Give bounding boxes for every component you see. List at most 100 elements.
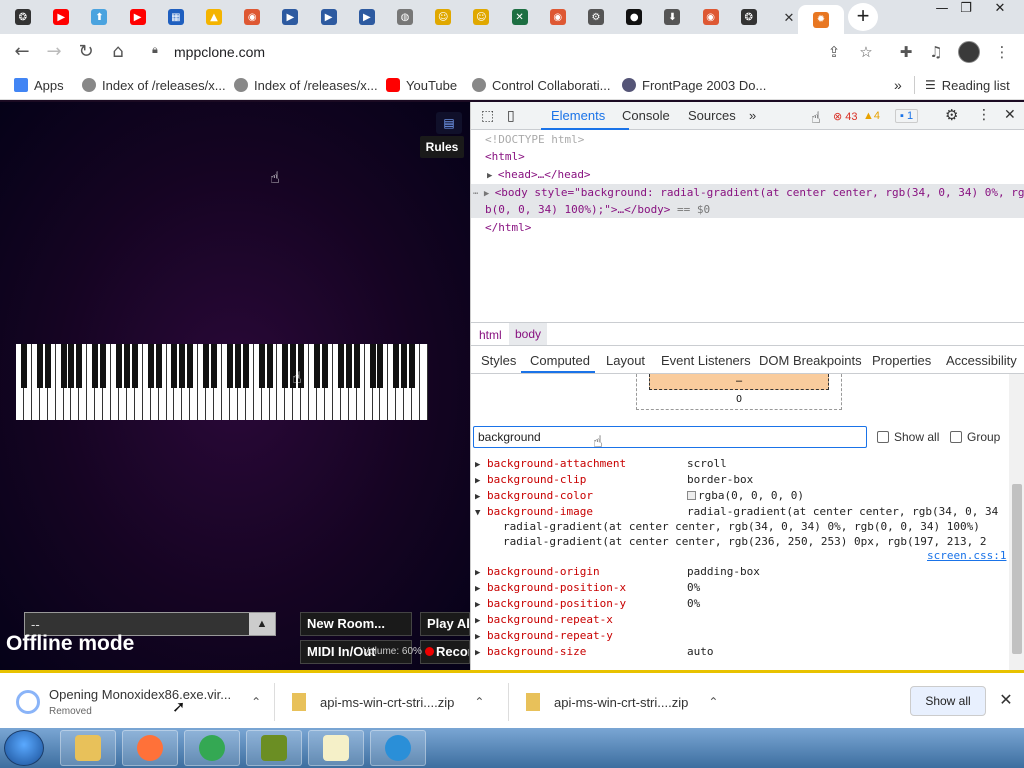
scrollbar-thumb[interactable]: [1012, 484, 1022, 654]
black-key[interactable]: [211, 344, 218, 388]
bookmarks-overflow[interactable]: »: [894, 76, 902, 94]
new-tab-button[interactable]: +: [848, 3, 878, 31]
property-row[interactable]: ▶ background-size auto: [475, 644, 714, 660]
taskbar-button[interactable]: [60, 730, 116, 766]
group-checkbox[interactable]: Group: [950, 430, 1000, 444]
white-key[interactable]: [420, 344, 428, 420]
black-key[interactable]: [282, 344, 289, 388]
play-alone-button[interactable]: Play Alo: [420, 612, 470, 636]
tab-computed[interactable]: Computed: [530, 353, 590, 368]
black-key[interactable]: [20, 344, 27, 388]
browser-tab[interactable]: ▲: [199, 5, 229, 29]
black-key[interactable]: [345, 344, 352, 388]
browser-tab[interactable]: ▶: [352, 5, 382, 29]
black-key[interactable]: [401, 344, 408, 388]
html-open-line[interactable]: <html>: [485, 149, 525, 165]
browser-tab[interactable]: ◉: [237, 5, 267, 29]
black-key[interactable]: [60, 344, 67, 388]
black-key[interactable]: [322, 344, 328, 388]
menu-icon[interactable]: ⋮: [992, 42, 1012, 62]
black-key[interactable]: [179, 344, 186, 388]
bookmark-apps[interactable]: Apps: [14, 76, 64, 94]
reload-button[interactable]: ↻: [74, 40, 98, 64]
tab-accessibility[interactable]: Accessibility: [946, 353, 1017, 368]
head-line[interactable]: ▶ <head>…</head>: [487, 167, 591, 183]
gear-icon[interactable]: ⚙: [945, 106, 958, 124]
black-key[interactable]: [393, 344, 400, 388]
close-window-button[interactable]: ✕: [984, 0, 1016, 18]
black-key[interactable]: [314, 344, 321, 388]
restore-button[interactable]: ❐: [950, 0, 982, 18]
black-key[interactable]: [266, 344, 273, 388]
black-key[interactable]: [92, 344, 99, 388]
black-key[interactable]: [123, 344, 130, 388]
black-key[interactable]: [409, 344, 416, 388]
tab-dom-breakpoints[interactable]: DOM Breakpoints: [759, 353, 862, 368]
black-key[interactable]: [203, 344, 210, 388]
browser-tab[interactable]: ▶: [314, 5, 344, 29]
bookmark-item[interactable]: Control Collaborati...: [472, 76, 611, 94]
extensions-icon[interactable]: ✚: [896, 42, 916, 62]
bookmark-item[interactable]: Index of /releases/x...: [234, 76, 378, 94]
close-devtools-icon[interactable]: ✕: [1004, 106, 1016, 123]
color-swatch[interactable]: [687, 491, 696, 500]
errors-badge[interactable]: ⊗ 43: [833, 110, 858, 123]
star-icon[interactable]: ☆: [856, 42, 876, 62]
media-icon[interactable]: ♫: [926, 42, 946, 62]
property-row[interactable]: ▶ background-origin padding-box: [475, 564, 760, 580]
black-key[interactable]: [171, 344, 178, 388]
browser-tab[interactable]: ▦: [161, 5, 191, 29]
avatar[interactable]: [958, 41, 980, 63]
selected-body-row[interactable]: ⋯ ▶ <body style="background: radial-grad…: [471, 184, 1024, 218]
browser-tab[interactable]: ▶: [46, 5, 76, 29]
black-key[interactable]: [68, 344, 75, 388]
device-toggle-icon[interactable]: ▯: [507, 107, 515, 124]
taskbar-button[interactable]: [184, 730, 240, 766]
rules-icon[interactable]: ▤: [436, 112, 462, 134]
crumb-html[interactable]: html: [479, 328, 502, 342]
property-row[interactable]: ▶ background-attachment scroll: [475, 456, 727, 472]
chevron-up-icon[interactable]: ⌃: [474, 695, 484, 709]
more-tabs-icon[interactable]: »: [749, 108, 756, 123]
share-icon[interactable]: ⇪: [824, 42, 844, 62]
black-key[interactable]: [147, 344, 154, 388]
download-item[interactable]: api-ms-win-crt-stri....zip ⌃: [292, 673, 502, 731]
browser-tab[interactable]: ✕: [505, 5, 535, 29]
browser-tab[interactable]: ◍: [390, 5, 420, 29]
black-key[interactable]: [337, 344, 344, 388]
chevron-up-icon[interactable]: ▲: [249, 613, 275, 635]
property-row[interactable]: ▼ background-image radial-gradient(at cent…: [475, 504, 1009, 520]
home-button[interactable]: ⌂: [106, 40, 130, 64]
rules-button[interactable]: Rules: [420, 136, 464, 158]
tab-elements[interactable]: Elements: [551, 108, 605, 123]
browser-tab[interactable]: ▶: [123, 5, 153, 29]
browser-tab[interactable]: ⬆: [84, 5, 114, 29]
browser-tab[interactable]: ❂: [734, 5, 764, 29]
browser-tab[interactable]: ◉: [696, 5, 726, 29]
browser-tab[interactable]: ◉: [543, 5, 573, 29]
address-bar[interactable]: 🔒︎ mppclone.com: [140, 38, 700, 66]
tab-properties[interactable]: Properties: [872, 353, 931, 368]
bookmark-item[interactable]: FrontPage 2003 Do...: [622, 76, 766, 94]
black-key[interactable]: [155, 344, 162, 388]
tab-console[interactable]: Console: [622, 108, 670, 123]
tab-layout[interactable]: Layout: [606, 353, 645, 368]
close-downloads-icon[interactable]: ✕: [996, 691, 1016, 711]
new-room-button[interactable]: New Room...: [300, 612, 412, 636]
bookmark-item[interactable]: Index of /releases/x...: [82, 76, 226, 94]
black-key[interactable]: [258, 344, 265, 388]
taskbar-button[interactable]: [122, 730, 178, 766]
scrollbar[interactable]: [1009, 374, 1024, 670]
black-key[interactable]: [100, 344, 107, 388]
active-tab[interactable]: ✹: [798, 5, 844, 34]
tab-event-listeners[interactable]: Event Listeners: [661, 353, 751, 368]
piano-keyboard[interactable]: [16, 344, 428, 420]
black-key[interactable]: [353, 344, 360, 388]
property-row[interactable]: ▶ background-color rgba(0, 0, 0, 0): [475, 488, 804, 504]
source-link[interactable]: screen.css:1: [927, 548, 1006, 564]
browser-tab[interactable]: ☺: [428, 5, 458, 29]
property-row[interactable]: ▶ background-repeat-y: [475, 628, 613, 644]
taskbar-button[interactable]: [370, 730, 426, 766]
black-key[interactable]: [226, 344, 233, 388]
chevron-up-icon[interactable]: ⌃: [251, 695, 261, 709]
